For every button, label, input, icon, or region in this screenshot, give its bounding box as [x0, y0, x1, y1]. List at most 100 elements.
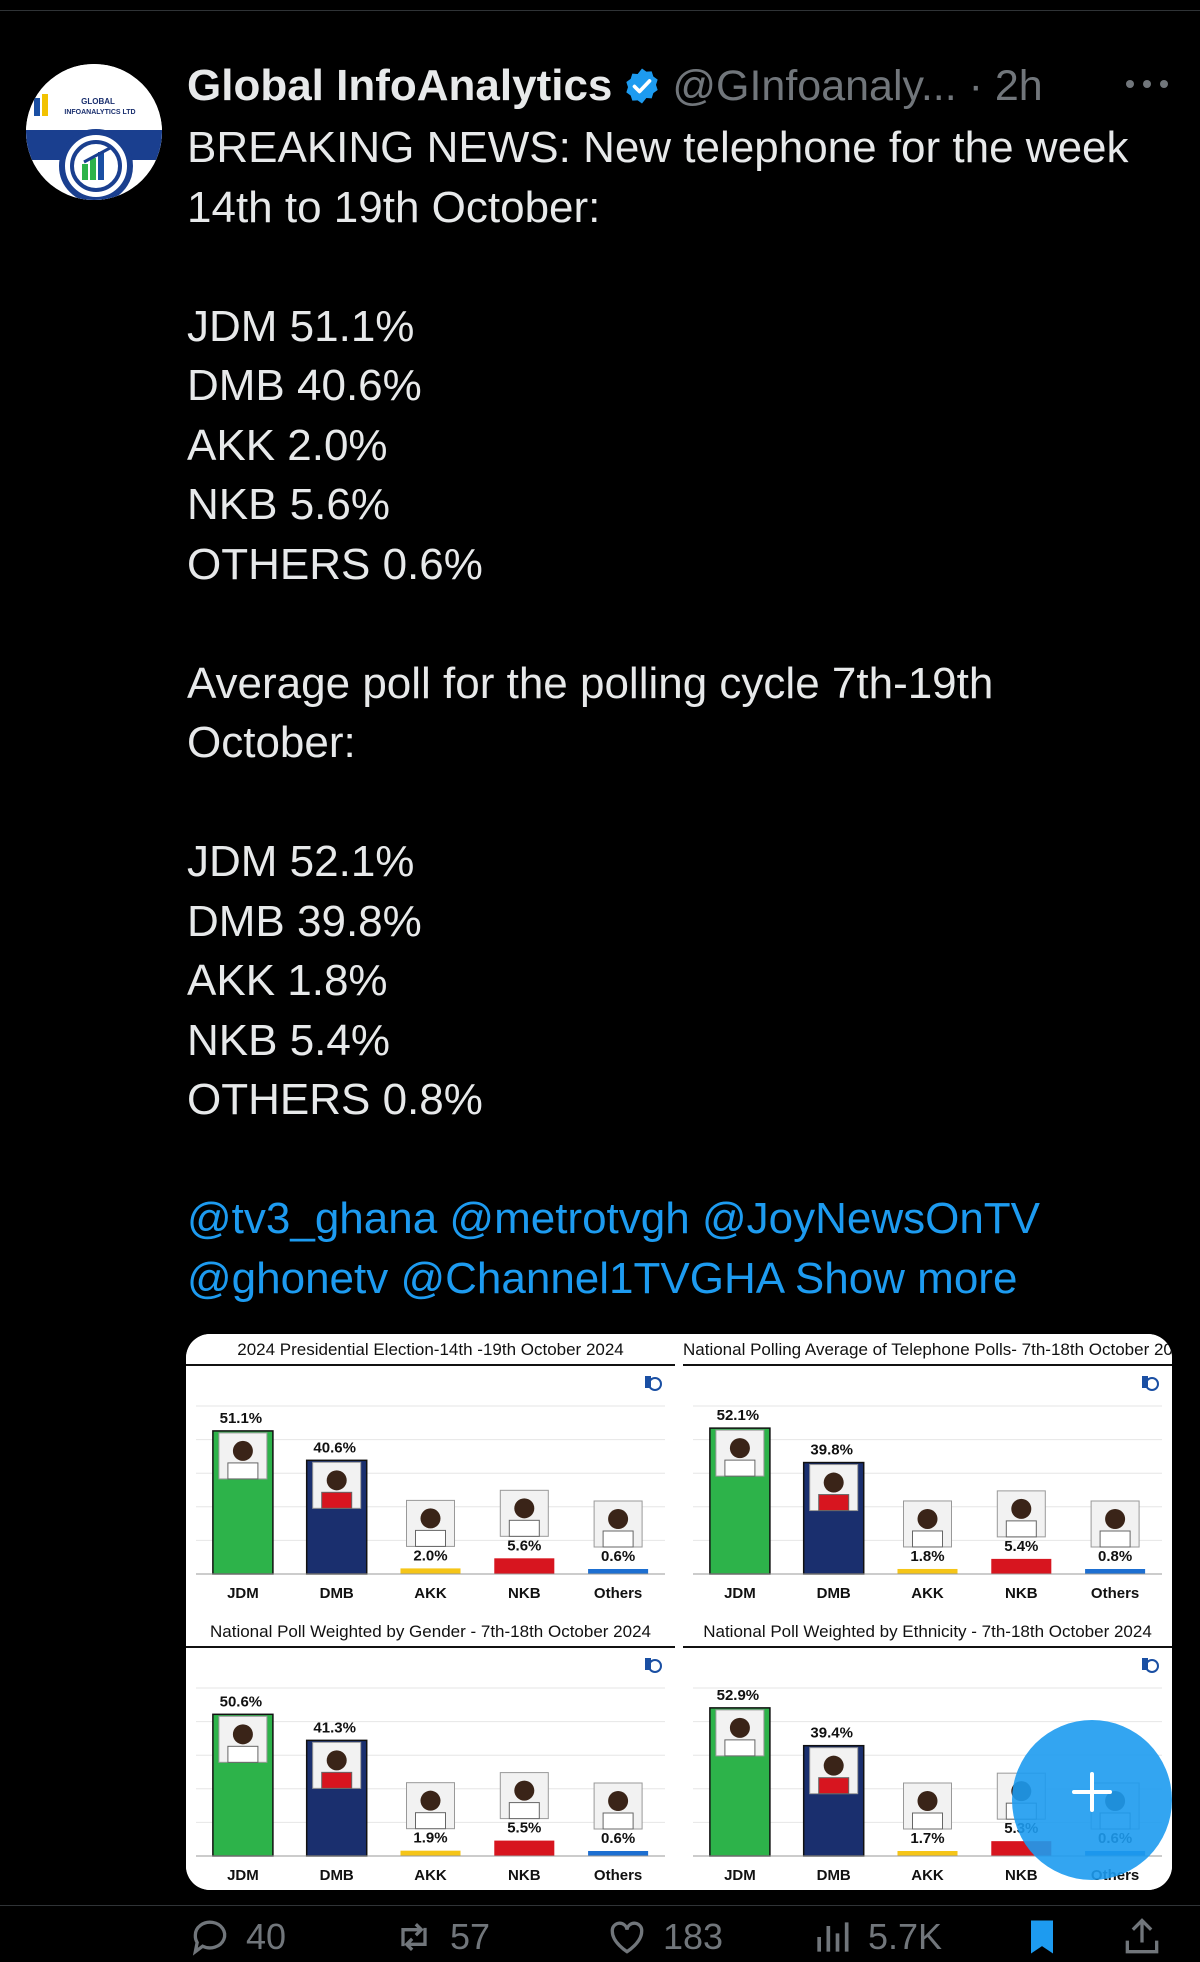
views-chart-icon — [817, 1922, 849, 1952]
photo-head — [420, 1790, 441, 1811]
photo-body — [724, 1739, 756, 1757]
category-label: DMB — [817, 1867, 851, 1884]
tweet-line: October: — [187, 718, 356, 767]
bar — [588, 1569, 649, 1574]
chart-panel-2[interactable]: National Polling Average of Telephone Po… — [683, 1334, 1172, 1608]
tweet-line: NKB 5.6% — [187, 480, 390, 529]
tweet-line: DMB 39.8% — [187, 896, 422, 946]
chart-title: National Poll Weighted by Gender - 7th-1… — [186, 1616, 675, 1648]
photo-head — [729, 1438, 750, 1459]
author-avatar[interactable]: GLOBAL INFOANALYTICS LTD — [26, 64, 162, 200]
candidate-photo-icon — [809, 1747, 859, 1795]
data-label: 52.1% — [717, 1407, 760, 1424]
photo-body — [508, 1802, 540, 1820]
author-handle-time[interactable]: @GInfoanaly... · 2h — [672, 62, 1042, 111]
photo-head — [326, 1470, 347, 1491]
bar — [588, 1851, 649, 1856]
candidate-photo-icon — [715, 1429, 765, 1477]
data-label: 51.1% — [220, 1410, 263, 1427]
category-label: NKB — [1005, 1585, 1038, 1602]
verified-badge-icon — [626, 68, 659, 104]
chart-plot: 51.1% JDM 40.6% DMB 2.0% AKK 5.6% NKB 0.6% Others — [196, 1376, 665, 1602]
photo-body — [1005, 1520, 1037, 1538]
chart-title: National Poll Weighted by Ethnicity - 7t… — [683, 1616, 1172, 1648]
data-label: 5.5% — [507, 1820, 541, 1837]
views-button[interactable]: 5.7K — [810, 1912, 942, 1962]
data-label: 5.6% — [507, 1537, 541, 1554]
data-label: 0.8% — [1098, 1548, 1132, 1565]
candidate-photo-icon — [406, 1499, 455, 1547]
bookmark-icon[interactable] — [1020, 1912, 1064, 1962]
reply-icon — [192, 1920, 227, 1956]
photo-body — [508, 1519, 540, 1537]
photo-body — [912, 1530, 943, 1548]
category-label: JDM — [724, 1585, 756, 1602]
tweet-line: NKB 5.4% — [187, 1015, 390, 1065]
tweet-line: AKK 1.8% — [187, 956, 388, 1005]
data-label: 5.4% — [1004, 1538, 1038, 1555]
photo-head — [608, 1791, 629, 1811]
candidate-photo-icon — [903, 1500, 952, 1548]
candidate-photo-icon — [996, 1490, 1046, 1538]
photo-head — [729, 1717, 750, 1738]
reply-count: 40 — [246, 1916, 287, 1957]
category-label: NKB — [1005, 1867, 1038, 1884]
logo-line-2: INFOANALYTICS LTD — [64, 109, 135, 116]
bar — [400, 1850, 461, 1856]
repost-count: 57 — [450, 1916, 491, 1957]
candidate-photo-icon — [218, 1715, 268, 1763]
photo-body — [1099, 1530, 1131, 1548]
chart-title: 2024 Presidential Election-14th -19th Oc… — [186, 1334, 675, 1366]
compose-plus-icon — [1072, 1772, 1112, 1812]
tweet-line: BREAKING NEWS: New telephone for the wee… — [187, 123, 1129, 172]
views-count: 5.7K — [868, 1916, 943, 1957]
category-label: NKB — [508, 1585, 541, 1602]
photo-body — [227, 1462, 259, 1480]
photo-head — [1011, 1498, 1032, 1519]
tweet-line: Average poll for the polling cycle 7th-1… — [187, 658, 994, 708]
tweet-line: 14th to 19th October: — [187, 182, 601, 232]
like-button[interactable]: 183 — [605, 1912, 723, 1962]
candidate-photo-icon — [312, 1461, 362, 1509]
author-name[interactable]: Global InfoAnalytics — [187, 61, 612, 111]
candidate-photo-icon — [218, 1432, 268, 1480]
mention-links-show-more[interactable]: @ghonetv @Channel1TVGHA Show more — [187, 1249, 1177, 1309]
mention-links-line[interactable]: @tv3_ghana @metrotvgh @JoyNewsOnTV — [187, 1189, 1177, 1249]
photo-head — [823, 1472, 844, 1493]
chart-panel-3[interactable]: National Poll Weighted by Gender - 7th-1… — [186, 1616, 675, 1890]
photo-body — [818, 1777, 850, 1795]
category-label: AKK — [911, 1585, 944, 1602]
data-label: 0.6% — [601, 1830, 635, 1847]
like-count: 183 — [663, 1916, 724, 1957]
tweet-line: JDM 52.1% — [187, 837, 415, 886]
photo-body — [818, 1494, 850, 1512]
chart-panel-1[interactable]: 2024 Presidential Election-14th -19th Oc… — [186, 1334, 675, 1608]
repost-icon — [401, 1922, 427, 1952]
photo-head — [1105, 1509, 1126, 1529]
chart-plot: 50.6% JDM 41.3% DMB 1.9% AKK 5.5% NKB 0.6% Others — [196, 1658, 665, 1884]
photo-body — [602, 1530, 634, 1548]
category-label: DMB — [320, 1867, 354, 1884]
photo-head — [917, 1508, 938, 1529]
tweet-line — [187, 773, 1177, 833]
reply-button[interactable]: 40 — [188, 1912, 286, 1962]
photo-head — [608, 1509, 629, 1529]
data-label: 50.6% — [220, 1693, 263, 1710]
bar — [897, 1568, 958, 1574]
chart-title: National Polling Average of Telephone Po… — [683, 1334, 1172, 1366]
category-label: NKB — [508, 1867, 541, 1884]
share-icon[interactable] — [1120, 1912, 1164, 1962]
more-options-icon[interactable] — [1122, 64, 1172, 104]
data-label: 1.7% — [910, 1830, 944, 1847]
photo-head — [420, 1508, 441, 1529]
repost-button[interactable]: 57 — [392, 1912, 490, 1962]
data-label: 0.6% — [601, 1548, 635, 1565]
tweet-header: Global InfoAnalytics @GInfoanaly... · 2h — [187, 56, 1043, 116]
tweet-text: BREAKING NEWS: New telephone for the wee… — [187, 118, 1177, 1308]
tweet-line: OTHERS 0.6% — [187, 539, 483, 589]
tweet-line: JDM 51.1% — [187, 301, 415, 351]
candidate-photo-icon — [809, 1464, 859, 1512]
tweet-line: DMB 40.6% — [187, 361, 422, 410]
photo-body — [415, 1812, 446, 1830]
data-label: 41.3% — [313, 1719, 356, 1736]
